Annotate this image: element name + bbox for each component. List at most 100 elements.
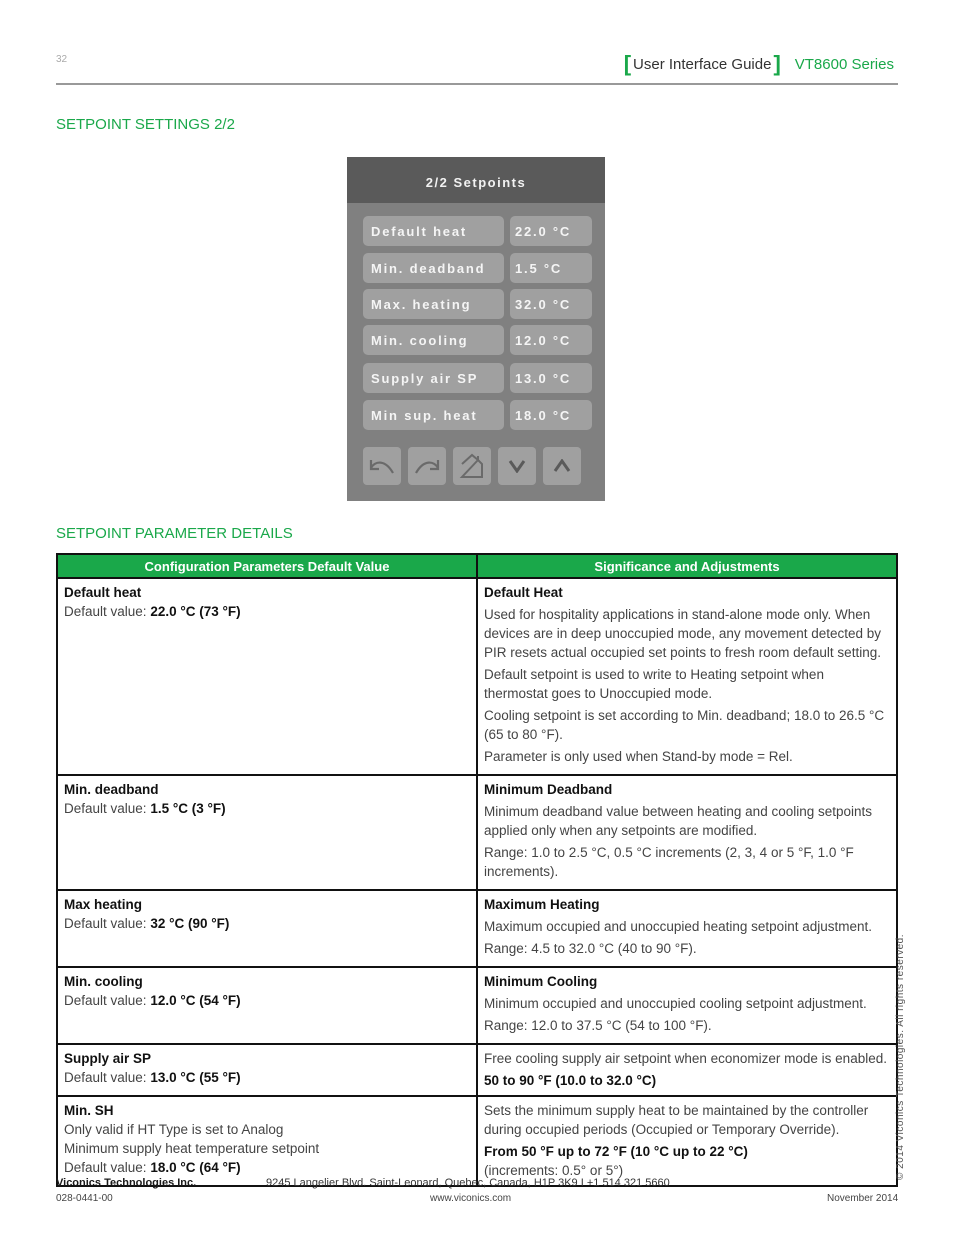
param-note: Only valid if HT Type is set to Analog — [64, 1122, 284, 1137]
param-name: Min. deadband — [64, 782, 159, 797]
significance-cell: Default Heat Used for hospitality applica… — [476, 577, 898, 776]
page-number: 32 — [56, 54, 68, 65]
footer-address: 9245 Langelier Blvd. Saint-Leonard, Queb… — [266, 1177, 670, 1189]
param-title: Default Heat — [484, 585, 563, 600]
default-prefix: Default value: — [64, 1160, 151, 1175]
down-button[interactable] — [498, 447, 536, 485]
param-description: Parameter is only used when Stand-by mod… — [484, 749, 793, 764]
column-header-config: Configuration Parameters Default Value — [56, 553, 478, 579]
setpoint-label[interactable]: Max. heating — [363, 289, 504, 319]
header-divider — [56, 83, 898, 85]
forward-button[interactable] — [408, 447, 446, 485]
forward-icon — [415, 460, 440, 474]
table-row: Default heat Default value: 22.0 °C (73 °… — [56, 577, 898, 776]
footer-website[interactable]: www.viconics.com — [430, 1193, 511, 1204]
back-button[interactable] — [363, 447, 401, 485]
significance-cell: Minimum Deadband Minimum deadband value b… — [476, 774, 898, 891]
config-cell: Max heating Default value: 32 °C (90 °F) — [56, 889, 478, 968]
default-value: 13.0 °C (55 °F) — [150, 1070, 241, 1085]
setpoint-value[interactable]: 32.0 °C — [510, 289, 592, 319]
param-description: Range: 12.0 to 37.5 °C (54 to 100 °F). — [484, 1018, 712, 1033]
param-default: Default value: 12.0 °C (54 °F) — [64, 991, 470, 1010]
home-button[interactable] — [453, 447, 491, 485]
bracket-close: ] — [773, 51, 781, 76]
config-cell: Min. SH Only valid if HT Type is set to A… — [56, 1095, 478, 1187]
param-description: Range: 1.0 to 2.5 °C, 0.5 °C increments … — [484, 845, 854, 879]
footer-company: Viconics Technologies Inc. — [56, 1177, 197, 1189]
column-header-significance: Significance and Adjustments — [476, 553, 898, 579]
up-button[interactable] — [543, 447, 581, 485]
setpoint-row[interactable]: Min. cooling 12.0 °C — [363, 325, 593, 355]
param-description: Maximum occupied and unoccupied heating … — [484, 919, 872, 934]
param-name: Max heating — [64, 897, 143, 912]
param-range: 50 to 90 °F (10.0 to 32.0 °C) — [484, 1073, 657, 1088]
param-title: Minimum Cooling — [484, 974, 598, 989]
significance-cell: Maximum Heating Maximum occupied and unoc… — [476, 889, 898, 968]
default-prefix: Default value: — [64, 916, 151, 931]
config-cell: Min. deadband Default value: 1.5 °C (3 °F… — [56, 774, 478, 891]
param-title: Minimum Deadband — [484, 782, 613, 797]
param-default: Default value: 18.0 °C (64 °F) — [64, 1158, 470, 1177]
document-header: [ User Interface Guide ] VT8600 Series — [624, 53, 894, 75]
setpoint-value[interactable]: 18.0 °C — [510, 400, 592, 430]
table-header-row: Configuration Parameters Default Value S… — [56, 553, 898, 579]
setpoint-label[interactable]: Default heat — [363, 216, 504, 246]
setpoint-row[interactable]: Max. heating 32.0 °C — [363, 289, 593, 319]
param-description: Range: 4.5 to 32.0 °C (40 to 90 °F). — [484, 941, 697, 956]
default-prefix: Default value: — [64, 801, 151, 816]
setpoint-label[interactable]: Min. deadband — [363, 253, 504, 283]
param-description: Cooling setpoint is set according to Min… — [484, 708, 885, 742]
bracket-open: [ — [623, 51, 632, 76]
default-value: 12.0 °C (54 °F) — [150, 993, 241, 1008]
default-value: 18.0 °C (64 °F) — [150, 1160, 241, 1175]
guide-title: User Interface Guide — [633, 55, 772, 73]
screen-title: 2/2 Setpoints — [347, 157, 605, 203]
thermostat-screen: 2/2 Setpoints Default heat 22.0 °C Min. de… — [347, 157, 605, 501]
param-name: Supply air SP — [64, 1051, 152, 1066]
param-name: Min. SH — [64, 1103, 114, 1118]
back-icon — [369, 460, 394, 474]
setpoint-value[interactable]: 22.0 °C — [510, 216, 592, 246]
param-default: Default value: 1.5 °C (3 °F) — [64, 799, 470, 818]
section-title-setpoint-settings: SETPOINT SETTINGS 2/2 — [56, 116, 235, 133]
setpoint-value[interactable]: 12.0 °C — [510, 325, 592, 355]
config-cell: Min. cooling Default value: 12.0 °C (54 °… — [56, 966, 478, 1045]
section-title-parameter-details: SETPOINT PARAMETER DETAILS — [56, 525, 293, 542]
setpoint-label[interactable]: Min sup. heat — [363, 400, 504, 430]
significance-cell: Free cooling supply air setpoint when ec… — [476, 1043, 898, 1097]
setpoint-row[interactable]: Default heat 22.0 °C — [363, 216, 593, 246]
default-value: 22.0 °C (73 °F) — [150, 604, 241, 619]
table-row: Min. cooling Default value: 12.0 °C (54 °… — [56, 966, 898, 1045]
setpoint-row[interactable]: Supply air SP 13.0 °C — [363, 363, 593, 393]
param-description: Minimum occupied and unoccupied cooling … — [484, 996, 867, 1011]
param-range: From 50 °F up to 72 °F (10 °C up to 22 °… — [484, 1144, 748, 1159]
table-row: Min. deadband Default value: 1.5 °C (3 °F… — [56, 774, 898, 891]
significance-cell: Minimum Cooling Minimum occupied and unoc… — [476, 966, 898, 1045]
param-description: Minimum deadband value between heating a… — [484, 804, 873, 838]
table-row: Max heating Default value: 32 °C (90 °F) M… — [56, 889, 898, 968]
param-description: Free cooling supply air setpoint when ec… — [484, 1051, 887, 1066]
home-icon — [459, 453, 483, 478]
series-title: VT8600 Series — [794, 55, 894, 73]
setpoint-label[interactable]: Min. cooling — [363, 325, 504, 355]
side-copyright: © 2014 Viconics Technologies. All rights… — [895, 933, 906, 1180]
setpoint-label[interactable]: Supply air SP — [363, 363, 504, 393]
param-description: Sets the minimum supply heat to be maint… — [484, 1103, 869, 1137]
setpoint-row[interactable]: Min. deadband 1.5 °C — [363, 253, 593, 283]
setpoint-value[interactable]: 13.0 °C — [510, 363, 592, 393]
param-description: Default setpoint is used to write to Hea… — [484, 667, 824, 701]
param-description: Used for hospitality applications in sta… — [484, 607, 881, 660]
default-value: 1.5 °C (3 °F) — [150, 801, 226, 816]
default-prefix: Default value: — [64, 604, 151, 619]
param-title: Maximum Heating — [484, 897, 600, 912]
config-cell: Supply air SP Default value: 13.0 °C (55 … — [56, 1043, 478, 1097]
table-row: Min. SH Only valid if HT Type is set to A… — [56, 1095, 898, 1187]
param-default: Default value: 13.0 °C (55 °F) — [64, 1068, 470, 1087]
default-prefix: Default value: — [64, 993, 151, 1008]
setpoint-value[interactable]: 1.5 °C — [510, 253, 592, 283]
chevron-down-icon — [508, 460, 526, 473]
param-default: Default value: 32 °C (90 °F) — [64, 914, 470, 933]
nav-button-bar — [363, 447, 581, 485]
config-cell: Default heat Default value: 22.0 °C (73 °… — [56, 577, 478, 776]
setpoint-row[interactable]: Min sup. heat 18.0 °C — [363, 400, 593, 430]
